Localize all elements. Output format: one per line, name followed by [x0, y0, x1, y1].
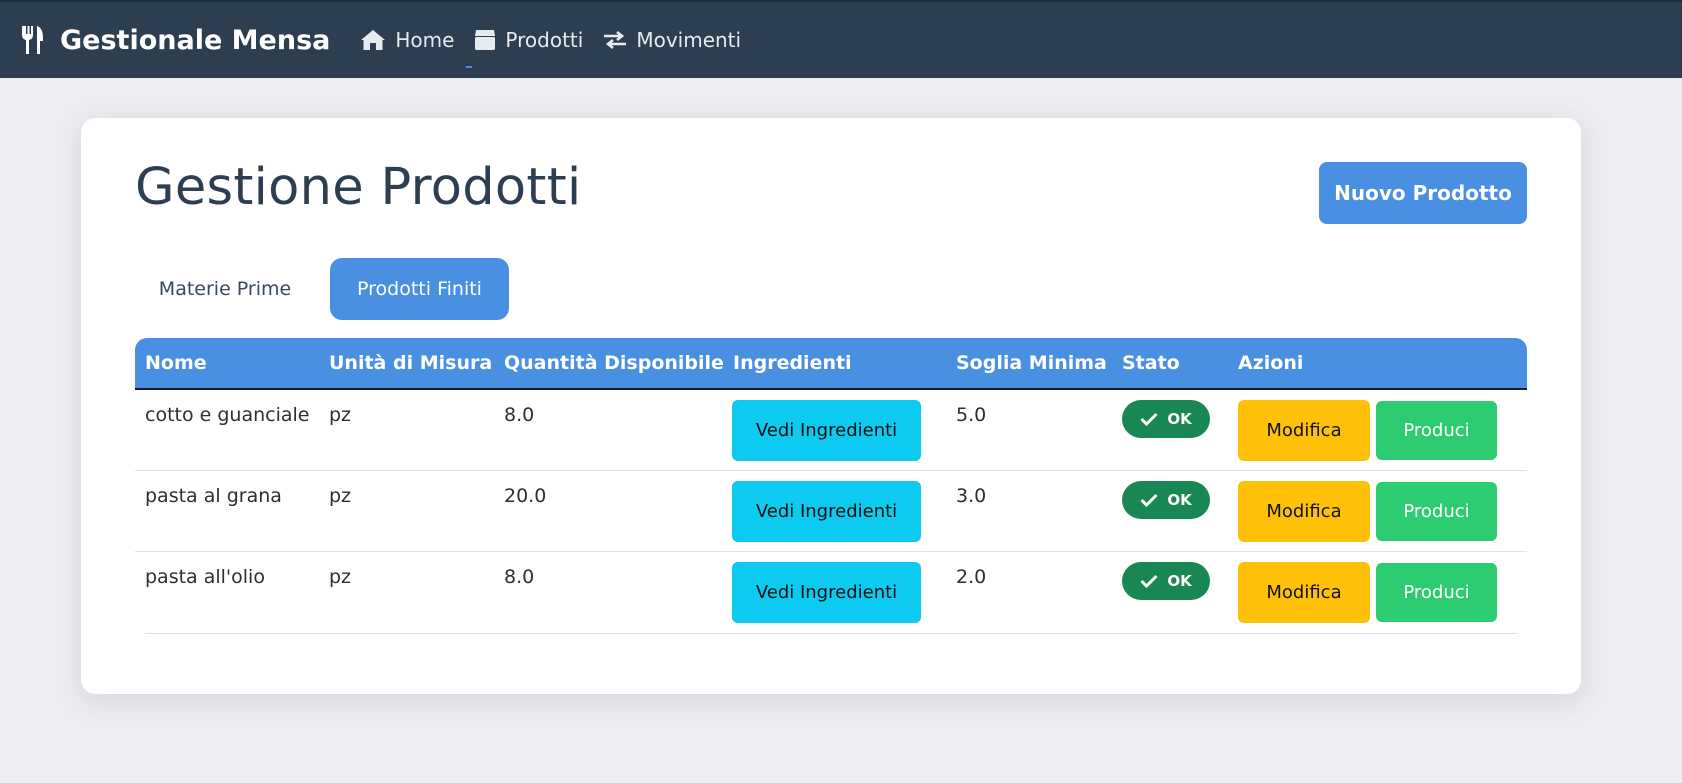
header-unita: Unità di Misura [329, 352, 493, 374]
table-bottom-divider [145, 633, 1517, 634]
status-label: OK [1167, 410, 1192, 428]
edit-button[interactable]: Modifica [1238, 562, 1370, 623]
cell-nome: pasta all'olio [145, 566, 265, 588]
nav-home-label: Home [395, 28, 455, 52]
nav-prodotti-label: Prodotti [505, 28, 584, 52]
status-badge: OK [1122, 400, 1210, 438]
navbar: Gestionale Mensa Home Prodotti Movimenti [0, 0, 1682, 78]
cell-soglia: 3.0 [956, 485, 987, 507]
home-icon [361, 30, 386, 50]
nav-prodotti[interactable]: Prodotti [466, 28, 584, 68]
produce-button[interactable]: Produci [1376, 482, 1497, 541]
table-row: pasta all'olio pz 8.0 Vedi Ingredienti 2… [135, 552, 1527, 633]
brand-title: Gestionale Mensa [60, 24, 331, 56]
table-header: Nome Unità di Misura Quantità Disponibil… [135, 338, 1527, 390]
produce-button[interactable]: Produci [1376, 401, 1497, 460]
cell-nome: cotto e guanciale [145, 404, 310, 426]
cell-soglia: 2.0 [956, 566, 987, 588]
nav-movimenti-label: Movimenti [636, 28, 742, 52]
tab-prodotti-finiti[interactable]: Prodotti Finiti [330, 258, 509, 320]
header-soglia: Soglia Minima [956, 352, 1107, 374]
nav-home[interactable]: Home [360, 28, 454, 52]
check-icon [1140, 412, 1158, 426]
header-nome: Nome [145, 352, 207, 374]
header-ingredienti: Ingredienti [733, 352, 852, 374]
cell-quantita: 20.0 [504, 485, 547, 507]
products-card: Gestione Prodotti Nuovo Prodotto Materie… [81, 118, 1581, 694]
status-label: OK [1167, 572, 1192, 590]
new-product-button[interactable]: Nuovo Prodotto [1319, 162, 1527, 224]
exchange-icon [604, 30, 627, 50]
cell-unita: pz [329, 404, 352, 426]
brand[interactable]: Gestionale Mensa [20, 25, 330, 56]
cell-unita: pz [329, 566, 352, 588]
table-row: cotto e guanciale pz 8.0 Vedi Ingredient… [135, 390, 1527, 471]
cell-unita: pz [329, 485, 352, 507]
tab-materie-prime[interactable]: Materie Prime [135, 258, 315, 320]
nav-movimenti[interactable]: Movimenti [603, 28, 741, 52]
cell-nome: pasta al grana [145, 485, 282, 507]
cell-soglia: 5.0 [956, 404, 987, 426]
utensils-icon [22, 26, 43, 54]
check-icon [1140, 493, 1158, 507]
active-indicator [466, 66, 473, 68]
header-azioni: Azioni [1238, 352, 1304, 374]
produce-button[interactable]: Produci [1376, 563, 1497, 622]
status-badge: OK [1122, 481, 1210, 519]
status-label: OK [1167, 491, 1192, 509]
check-icon [1140, 574, 1158, 588]
status-badge: OK [1122, 562, 1210, 600]
page-title: Gestione Prodotti [135, 158, 582, 217]
cell-quantita: 8.0 [504, 566, 535, 588]
box-icon [475, 30, 496, 50]
cell-quantita: 8.0 [504, 404, 535, 426]
edit-button[interactable]: Modifica [1238, 400, 1370, 461]
header-stato: Stato [1122, 352, 1180, 374]
view-ingredients-button[interactable]: Vedi Ingredienti [732, 562, 921, 623]
view-ingredients-button[interactable]: Vedi Ingredienti [732, 481, 921, 542]
edit-button[interactable]: Modifica [1238, 481, 1370, 542]
view-ingredients-button[interactable]: Vedi Ingredienti [732, 400, 921, 461]
table-row: pasta al grana pz 20.0 Vedi Ingredienti … [135, 471, 1527, 552]
header-quantita: Quantità Disponibile [504, 352, 724, 374]
products-table: Nome Unità di Misura Quantità Disponibil… [135, 338, 1527, 634]
